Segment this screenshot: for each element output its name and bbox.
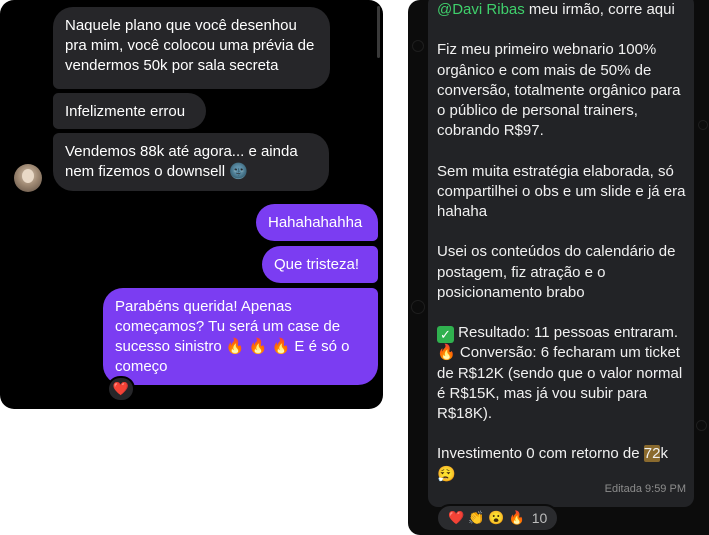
heart-reaction-icon: ❤️	[448, 510, 465, 525]
check-mark-icon: ✓	[437, 326, 454, 344]
clap-reaction-icon: 👏	[468, 510, 485, 525]
message-bubble-outgoing[interactable]: Parabéns querida! Apenas começamos? Tu s…	[103, 288, 378, 385]
instagram-dm-panel: Naquele plano que você desenhou pra mim,…	[0, 0, 383, 409]
message-timestamp: Editada 9:59 PM	[604, 482, 686, 495]
message-bubble-outgoing[interactable]: Hahahahahha	[256, 204, 378, 241]
scrollbar[interactable]	[377, 6, 380, 58]
message-bubble-incoming[interactable]: Vendemos 88k até agora... e ainda nem fi…	[53, 133, 329, 191]
message-line: meu irmão, corre aqui	[524, 1, 675, 18]
message-bubble-incoming[interactable]: Naquele plano que você desenhou pra mim,…	[53, 7, 330, 89]
search-highlight: 72	[643, 445, 661, 463]
avatar-face	[22, 169, 34, 183]
investment-text: Investimento 0 com retorno de	[437, 445, 644, 463]
fire-reaction-icon: 🔥	[508, 510, 525, 525]
wallpaper-doodle-icon	[412, 40, 424, 52]
message-bubble-incoming[interactable]: Infelizmente errou	[53, 93, 206, 129]
fire-icon: 🔥	[437, 344, 456, 362]
reactions-bar[interactable]: ❤️ 👏 😮 🔥 10	[436, 504, 560, 532]
message-paragraph: Fiz meu primeiro webnario 100% orgânico …	[437, 41, 681, 140]
exhale-emoji-icon: 😮‍💨	[437, 465, 456, 483]
avatar[interactable]	[14, 164, 42, 192]
message-bubble-outgoing[interactable]: Que tristeza!	[262, 246, 378, 283]
message-text: @Davi Ribas meu irmão, corre aqui Fiz me…	[437, 0, 689, 485]
wallpaper-doodle-icon	[411, 300, 425, 314]
mention-link[interactable]: @Davi Ribas	[437, 1, 525, 18]
reaction-count: 10	[531, 510, 548, 526]
message-paragraph: Sem muita estratégia elaborada, só compa…	[437, 162, 686, 220]
surprised-reaction-icon: 😮	[488, 510, 505, 525]
heart-reaction-icon[interactable]: ❤️	[107, 376, 135, 402]
wallpaper-doodle-icon	[696, 420, 707, 431]
message-bubble-incoming[interactable]: @Davi Ribas meu irmão, corre aqui Fiz me…	[428, 0, 694, 507]
whatsapp-chat-panel: @Davi Ribas meu irmão, corre aqui Fiz me…	[408, 0, 709, 535]
investment-text-suffix: k	[660, 445, 668, 463]
wallpaper-doodle-icon	[698, 120, 708, 130]
message-paragraph: Usei os conteúdos do calendário de posta…	[437, 243, 676, 301]
result-text: Resultado: 11 pessoas entraram.	[454, 324, 679, 342]
conversion-text: Conversão: 6 fecharam um ticket de R$12K…	[437, 344, 683, 422]
